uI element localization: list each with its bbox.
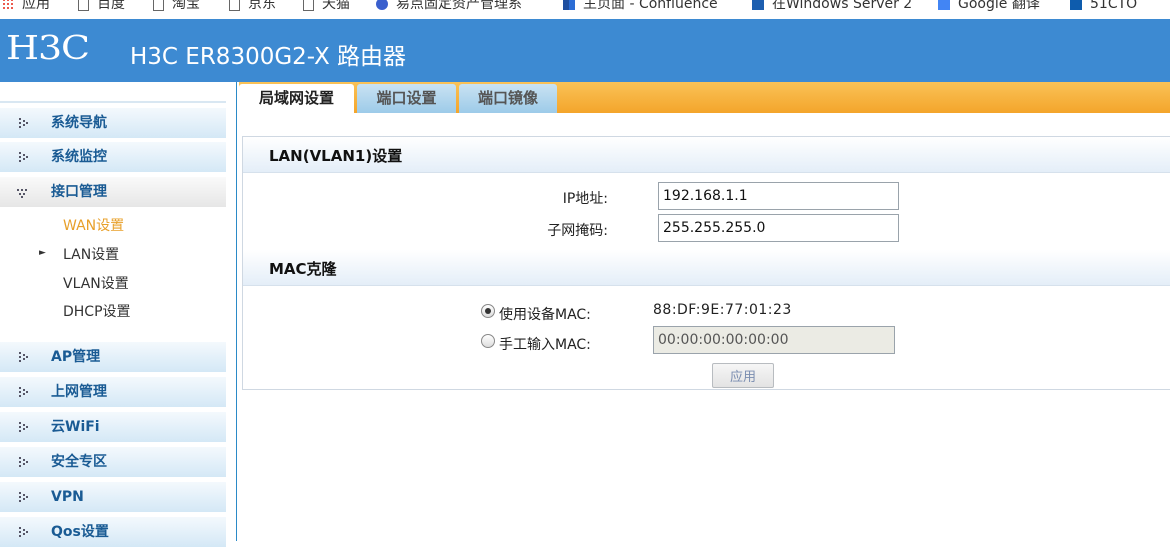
menu-dots-icon xyxy=(17,387,29,398)
bookmark-label: 主页面 - Confluence xyxy=(583,0,718,12)
bookmark-baidu[interactable]: 百度 xyxy=(78,0,125,14)
mac-section-header: MAC克隆 xyxy=(243,250,1170,286)
device-mac-value: 88:DF:9E:77:01:23 xyxy=(653,302,792,318)
sidebar-subitem-vlan[interactable]: VLAN设置 xyxy=(63,274,129,294)
menu-dots-icon xyxy=(17,118,29,129)
use-device-mac-radio[interactable] xyxy=(481,304,495,318)
sidebar-item-label: 系统监控 xyxy=(51,149,107,165)
sidebar-item-internet-mgmt[interactable]: 上网管理 xyxy=(0,377,226,408)
menu-dots-icon xyxy=(17,492,29,503)
bookmark-google-translate[interactable]: Google 翻译 xyxy=(938,0,1040,14)
sidebar-divider xyxy=(0,101,226,103)
sidebar-item-ap-mgmt[interactable]: AP管理 xyxy=(0,342,226,373)
sidebar-item-label: 云WiFi xyxy=(51,419,100,435)
sidebar-item-cloud-wifi[interactable]: 云WiFi xyxy=(0,412,226,443)
bookmark-label: 百度 xyxy=(97,0,125,12)
confluence-icon xyxy=(563,0,575,10)
ip-address-label: IP地址: xyxy=(562,191,608,207)
bookmark-taobao[interactable]: 淘宝 xyxy=(153,0,200,14)
sidebar-item-security[interactable]: 安全专区 xyxy=(0,447,226,478)
tab-bar: 局域网设置 端口设置 端口镜像 xyxy=(239,82,1170,113)
lan-section-title: LAN(VLAN1)设置 xyxy=(269,147,403,165)
bookmarks-bar: 应用 百度 淘宝 京东 天猫 易点固定资产管理系 主页面 - Confluenc… xyxy=(0,0,1170,19)
menu-dots-icon xyxy=(17,352,29,363)
bookmark-label: 淘宝 xyxy=(172,0,200,12)
app-header: H3C H3C ER8300G2-X 路由器 xyxy=(0,19,1170,82)
site-icon xyxy=(752,0,764,10)
manual-mac-label: 手工输入MAC: xyxy=(499,337,591,353)
sidebar-item-system-nav[interactable]: 系统导航 xyxy=(0,108,226,139)
bookmark-confluence[interactable]: 主页面 - Confluence xyxy=(563,0,718,14)
bookmark-51cto[interactable]: 51CTO xyxy=(1070,0,1137,14)
manual-mac-radio[interactable] xyxy=(481,334,495,348)
sidebar-subitem-wan[interactable]: WAN设置 xyxy=(63,216,124,236)
subnet-mask-input[interactable] xyxy=(658,214,899,242)
bookmark-label: Google 翻译 xyxy=(958,0,1040,12)
bookmark-label: 天猫 xyxy=(322,0,350,12)
page-icon xyxy=(229,0,240,11)
sidebar-item-label: 接口管理 xyxy=(51,184,107,200)
bookmark-label: 51CTO xyxy=(1090,0,1138,12)
selected-arrow-icon: ► xyxy=(39,248,46,258)
bookmark-tmall[interactable]: 天猫 xyxy=(303,0,350,14)
sidebar-item-interface-mgmt[interactable]: 接口管理 xyxy=(0,177,226,208)
apply-button[interactable]: 应用 xyxy=(712,363,774,388)
settings-panel: LAN(VLAN1)设置 IP地址: 子网掩码: MAC克隆 使用设备MAC: … xyxy=(242,136,1170,390)
sidebar-item-vpn[interactable]: VPN xyxy=(0,482,226,513)
menu-dots-icon xyxy=(17,527,29,538)
subnet-mask-label: 子网掩码: xyxy=(547,223,608,239)
h3c-logo: H3C xyxy=(6,28,90,67)
sidebar-item-label: 安全专区 xyxy=(51,454,107,470)
menu-dots-icon xyxy=(17,152,29,163)
site-icon xyxy=(1070,0,1082,10)
tab-port-settings[interactable]: 端口设置 xyxy=(357,84,456,113)
ip-address-input[interactable] xyxy=(658,182,899,210)
sidebar-item-label: AP管理 xyxy=(51,349,101,365)
menu-dots-icon xyxy=(17,457,29,468)
page-icon xyxy=(153,0,164,11)
bookmark-asset[interactable]: 易点固定资产管理系 xyxy=(376,0,522,14)
sidebar-item-label: VPN xyxy=(51,489,84,505)
use-device-mac-label: 使用设备MAC: xyxy=(499,307,591,323)
sidebar-item-label: Qos设置 xyxy=(51,524,109,540)
tab-port-mirror[interactable]: 端口镜像 xyxy=(459,84,557,113)
sidebar-subitem-lan[interactable]: LAN设置 xyxy=(63,245,119,265)
sidebar-item-system-monitor[interactable]: 系统监控 xyxy=(0,142,226,173)
sidebar-item-label: 上网管理 xyxy=(51,384,107,400)
page-title: H3C ER8300G2-X 路由器 xyxy=(130,44,407,70)
site-icon xyxy=(376,0,388,10)
mac-section-title: MAC克隆 xyxy=(269,260,337,278)
menu-dots-icon xyxy=(17,422,29,433)
google-translate-icon xyxy=(938,0,950,10)
manual-mac-input[interactable] xyxy=(653,326,895,354)
sidebar: 系统导航 系统监控 接口管理 WAN设置 ► LAN设置 VLAN设置 DHCP… xyxy=(0,82,237,548)
lan-section-header: LAN(VLAN1)设置 xyxy=(243,137,1170,173)
bookmark-label: 易点固定资产管理系 xyxy=(396,0,522,12)
bookmark-label: 京东 xyxy=(248,0,276,12)
bookmark-windows-server[interactable]: 在Windows Server 2 xyxy=(752,0,912,14)
sidebar-subitem-dhcp[interactable]: DHCP设置 xyxy=(63,302,131,322)
bookmark-apps[interactable]: 应用 xyxy=(2,0,50,14)
sidebar-item-label: 系统导航 xyxy=(51,115,107,131)
tab-lan-settings[interactable]: 局域网设置 xyxy=(239,84,354,113)
apps-icon xyxy=(2,0,14,10)
page-icon xyxy=(303,0,314,11)
menu-dots-expanded-icon xyxy=(17,187,29,198)
sidebar-item-qos[interactable]: Qos设置 xyxy=(0,517,226,548)
bookmark-label: 在Windows Server 2 xyxy=(772,0,913,12)
page-icon xyxy=(78,0,89,11)
bookmark-jd[interactable]: 京东 xyxy=(229,0,276,14)
bookmark-label: 应用 xyxy=(22,0,50,12)
